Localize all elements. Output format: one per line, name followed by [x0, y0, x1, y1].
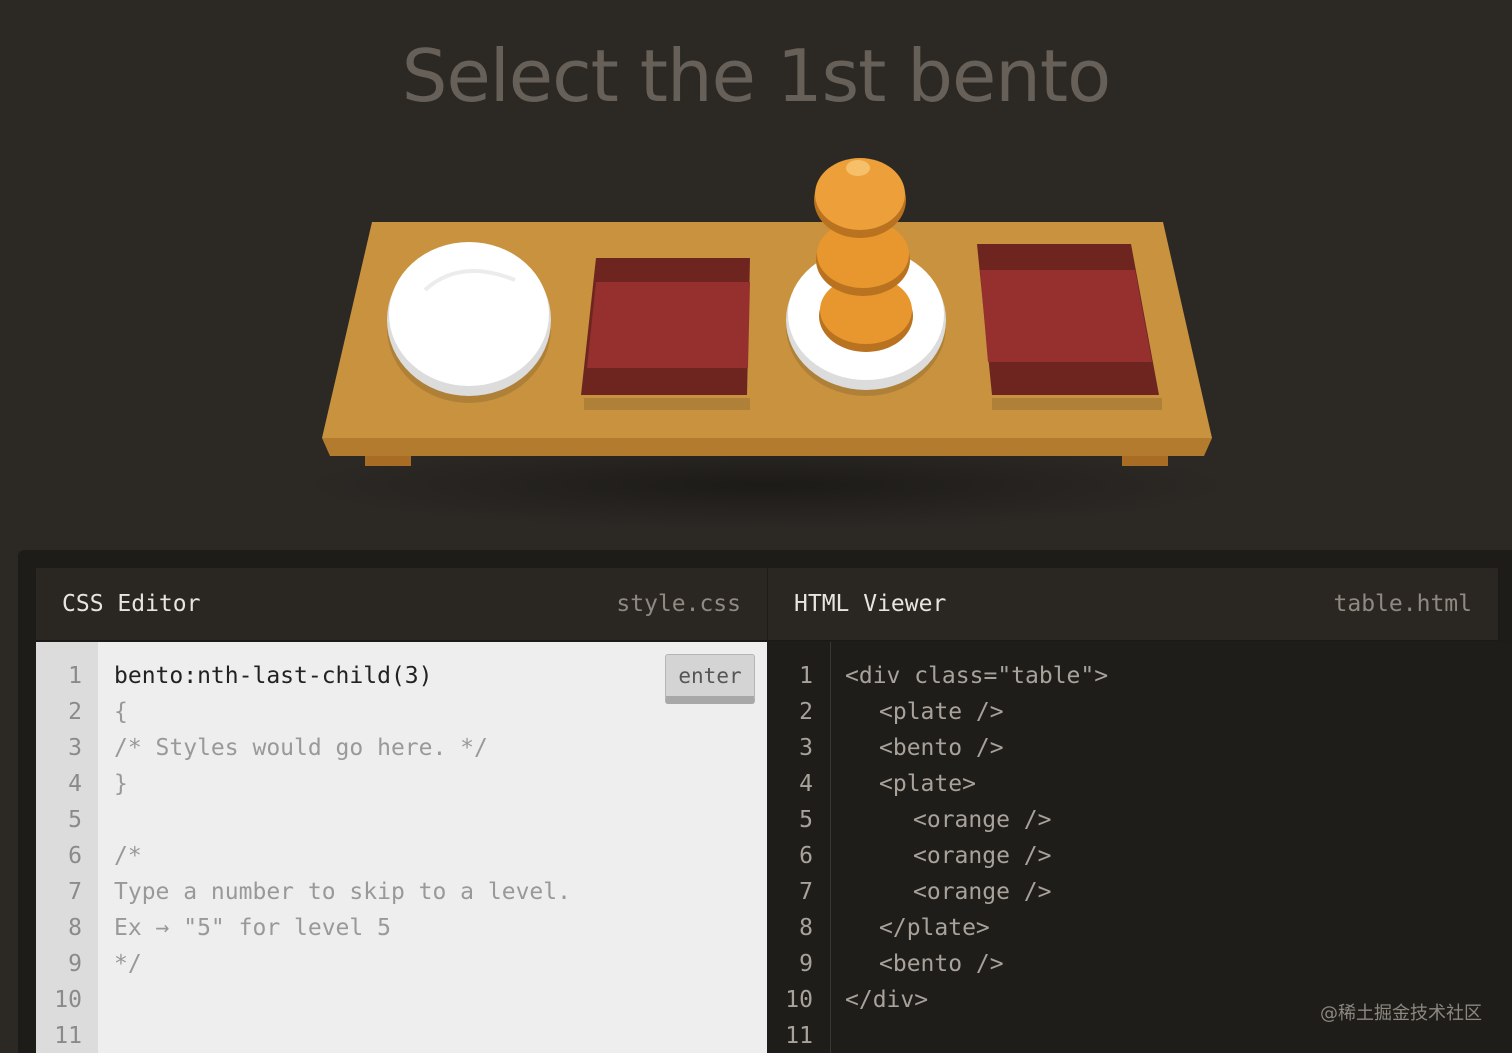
- css-code-line: /* Styles would go here. */: [114, 735, 488, 761]
- html-line-number: 4: [799, 771, 813, 797]
- html-code-line[interactable]: <bento />: [879, 730, 1004, 766]
- css-line-number: 6: [68, 843, 82, 869]
- html-line-number: 2: [799, 699, 813, 725]
- html-viewer: 1 2 3 4 5 6 7 8 9 10 11 <div class="table"> <plate /…: [767, 642, 1512, 1053]
- html-viewer-header: HTML Viewer table.html: [767, 568, 1498, 641]
- plate-with-oranges[interactable]: [786, 158, 946, 396]
- html-line-number: 9: [799, 951, 813, 977]
- css-file-name: style.css: [616, 591, 741, 617]
- css-line-number: 5: [68, 807, 82, 833]
- css-line-number: 10: [54, 987, 82, 1013]
- table-illustration: [296, 158, 1236, 530]
- css-code-line: }: [114, 771, 128, 797]
- html-code-line[interactable]: <div class="table">: [845, 658, 1108, 694]
- html-line-number: 10: [785, 987, 813, 1013]
- html-viewer-title: HTML Viewer: [794, 591, 947, 617]
- html-code-line[interactable]: </div>: [845, 982, 928, 1018]
- css-line-number: 8: [68, 915, 82, 941]
- css-selector-input[interactable]: bento:nth-last-child(3): [114, 658, 433, 694]
- css-code-line: */: [114, 951, 142, 977]
- html-code-line[interactable]: <orange />: [913, 838, 1051, 874]
- html-line-number: 1: [799, 663, 813, 689]
- plate[interactable]: [387, 242, 551, 403]
- css-line-number: 9: [68, 951, 82, 977]
- css-code-line: Ex → "5" for level 5: [114, 915, 391, 941]
- html-line-number: 5: [799, 807, 813, 833]
- html-file-name: table.html: [1333, 591, 1472, 617]
- level-title: Select the 1st bento: [401, 34, 1111, 118]
- css-line-number: 2: [68, 699, 82, 725]
- html-code-line[interactable]: </plate>: [879, 910, 990, 946]
- html-code-line[interactable]: <plate>: [879, 766, 976, 802]
- css-editor-title: CSS Editor: [62, 591, 201, 617]
- html-code-line[interactable]: <bento />: [879, 946, 1004, 982]
- html-line-number: 7: [799, 879, 813, 905]
- css-code-line: Type a number to skip to a level.: [114, 879, 571, 905]
- html-line-number: 3: [799, 735, 813, 761]
- css-editor: 1 2 3 4 5 6 7 8 9 10 11 { /* Styles would go here. *…: [36, 642, 767, 1053]
- css-code-line: {: [114, 699, 128, 725]
- css-line-number: 1: [68, 663, 82, 689]
- css-line-number: 4: [68, 771, 82, 797]
- html-code-line[interactable]: <plate />: [879, 694, 1004, 730]
- orange[interactable]: [814, 158, 906, 238]
- html-line-number: 8: [799, 915, 813, 941]
- page: Select the 1st bento CSS Editor style.cs…: [0, 0, 1512, 1053]
- css-line-number: 3: [68, 735, 82, 761]
- watermark: @稀土掘金技术社区: [1320, 1003, 1482, 1024]
- html-line-number: 6: [799, 843, 813, 869]
- bento[interactable]: [581, 258, 750, 410]
- table-scene: [0, 140, 1512, 540]
- html-code-line[interactable]: <orange />: [913, 802, 1051, 838]
- enter-button[interactable]: enter: [665, 654, 755, 704]
- css-line-number: 11: [54, 1023, 82, 1049]
- css-code-line: /*: [114, 843, 142, 869]
- css-editor-header: CSS Editor style.css: [36, 568, 767, 641]
- bento[interactable]: [977, 244, 1162, 410]
- html-line-number: 11: [785, 1023, 813, 1049]
- html-code-line[interactable]: <orange />: [913, 874, 1051, 910]
- css-line-number: 7: [68, 879, 82, 905]
